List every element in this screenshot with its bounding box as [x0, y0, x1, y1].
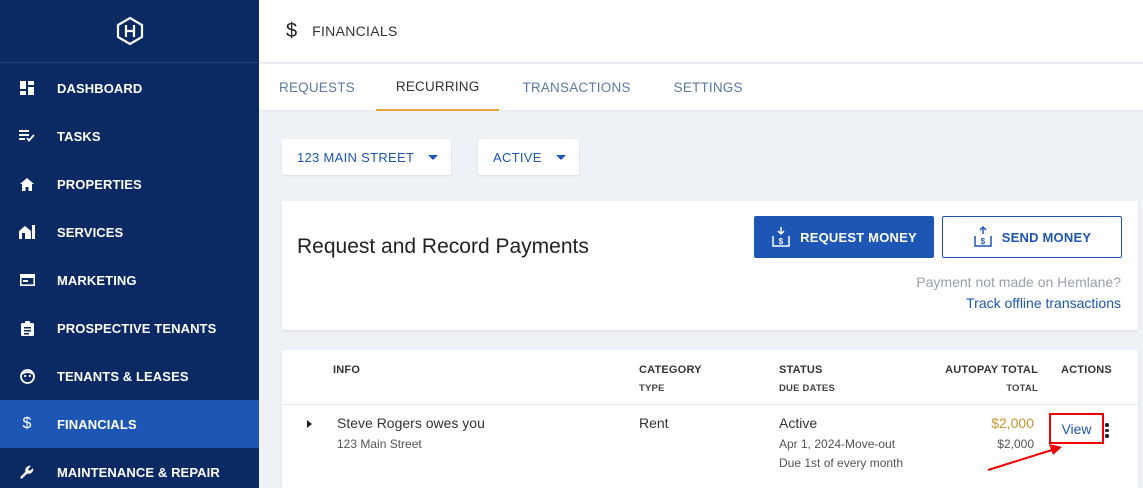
- column-header-label: AUTOPAY TOTAL: [945, 364, 1038, 376]
- sidebar-item-label: PROPERTIES: [57, 176, 142, 192]
- marketing-icon: [18, 271, 36, 289]
- sidebar-item-label: MAINTENANCE & REPAIR: [57, 464, 220, 480]
- sidebar-item-maintenance[interactable]: MAINTENANCE & REPAIR: [0, 448, 259, 488]
- sidebar-item-label: DASHBOARD: [57, 80, 143, 96]
- tenant-face-icon: [18, 367, 36, 385]
- sidebar-item-properties[interactable]: PROPERTIES: [0, 160, 259, 208]
- sidebar-item-label: TENANTS & LEASES: [57, 368, 189, 384]
- view-button[interactable]: View: [1049, 413, 1104, 444]
- clipboard-icon: [18, 319, 36, 337]
- category-value: Rent: [639, 415, 669, 431]
- due-rule-value: Due 1st of every month: [779, 456, 904, 470]
- send-money-label: SEND MONEY: [1001, 229, 1092, 245]
- request-money-icon: $: [772, 227, 790, 247]
- dollar-icon: $: [22, 415, 32, 432]
- services-icon: [18, 223, 36, 241]
- dollar-icon: $: [286, 19, 298, 42]
- column-header-status: STATUS DUE DATES: [779, 364, 835, 394]
- view-label: View: [1061, 420, 1092, 437]
- send-money-icon: $: [974, 226, 992, 247]
- send-money-button[interactable]: $ SEND MONEY: [942, 216, 1122, 258]
- sidebar-item-label: FINANCIALS: [57, 416, 137, 432]
- sidebar: DASHBOARD TASKS PROPERTIES SERVICES MARK…: [0, 0, 259, 488]
- tab-bar: REQUESTS RECURRING TRANSACTIONS SETTINGS: [259, 64, 1143, 111]
- sidebar-item-tenants-leases[interactable]: TENANTS & LEASES: [0, 352, 259, 400]
- sidebar-item-services[interactable]: SERVICES: [0, 208, 259, 256]
- column-header-sublabel: DUE DATES: [779, 383, 835, 394]
- recurring-payments-table: INFO CATEGORY TYPE STATUS DUE DATES AUTO…: [282, 350, 1138, 488]
- svg-text:$: $: [980, 237, 985, 246]
- column-header-autopay: AUTOPAY TOTAL TOTAL: [945, 364, 1038, 394]
- column-header-sublabel: TYPE: [639, 383, 665, 394]
- app-logo[interactable]: [0, 0, 259, 63]
- svg-text:$: $: [779, 237, 784, 246]
- tab-settings[interactable]: SETTINGS: [674, 64, 743, 111]
- page-header: $ FINANCIALS: [259, 0, 1143, 63]
- chevron-down-icon: [428, 154, 439, 160]
- header-divider: [282, 404, 1138, 405]
- payer-name: Steve Rogers owes you: [337, 415, 485, 431]
- sidebar-item-tasks[interactable]: TASKS: [0, 112, 259, 160]
- column-header-info: INFO: [333, 364, 360, 376]
- column-header-label: STATUS: [779, 364, 823, 376]
- property-filter-dropdown[interactable]: 123 MAIN STREET: [282, 139, 451, 175]
- request-money-label: REQUEST MONEY: [800, 229, 917, 245]
- dashboard-icon: [18, 79, 36, 97]
- card-title: Request and Record Payments: [297, 235, 589, 258]
- payments-card: Request and Record Payments $ REQUEST MO…: [282, 201, 1138, 330]
- column-header-sublabel: TOTAL: [1006, 383, 1038, 394]
- sidebar-item-financials[interactable]: $ FINANCIALS: [0, 400, 259, 448]
- column-header-actions: ACTIONS: [1061, 364, 1112, 376]
- page-title: FINANCIALS: [312, 23, 398, 39]
- chevron-down-icon: [555, 154, 566, 160]
- status-filter-value: ACTIVE: [493, 149, 542, 165]
- expand-row-icon[interactable]: [307, 420, 312, 428]
- column-header-label: INFO: [333, 364, 361, 376]
- autopay-total-value: $2,000: [991, 415, 1034, 431]
- tab-transactions[interactable]: TRANSACTIONS: [522, 64, 630, 111]
- sidebar-item-label: PROSPECTIVE TENANTS: [57, 320, 217, 336]
- sidebar-item-prospective-tenants[interactable]: PROSPECTIVE TENANTS: [0, 304, 259, 352]
- home-icon: [18, 175, 36, 193]
- track-offline-transactions-link[interactable]: Track offline transactions: [966, 295, 1121, 311]
- offline-payment-question: Payment not made on Hemlane?: [916, 274, 1121, 290]
- more-options-icon[interactable]: [1105, 423, 1111, 439]
- sidebar-item-dashboard[interactable]: DASHBOARD: [0, 64, 259, 112]
- tab-requests[interactable]: REQUESTS: [279, 64, 355, 111]
- property-address: 123 Main Street: [337, 437, 422, 451]
- request-money-button[interactable]: $ REQUEST MONEY: [754, 216, 934, 258]
- column-header-label: CATEGORY: [639, 364, 702, 376]
- due-dates-value: Apr 1, 2024-Move-out: [779, 437, 896, 451]
- sidebar-item-label: TASKS: [57, 128, 101, 144]
- wrench-icon: [18, 463, 36, 481]
- column-header-category: CATEGORY TYPE: [639, 364, 702, 394]
- total-value: $2,000: [997, 437, 1034, 451]
- property-filter-value: 123 MAIN STREET: [297, 149, 415, 165]
- status-filter-dropdown[interactable]: ACTIVE: [478, 139, 579, 175]
- status-value: Active: [779, 415, 818, 431]
- hemlane-logo-icon: [116, 16, 143, 46]
- sidebar-item-label: SERVICES: [57, 224, 124, 240]
- sidebar-item-label: MARKETING: [57, 272, 137, 288]
- sidebar-item-marketing[interactable]: MARKETING: [0, 256, 259, 304]
- column-header-label: ACTIONS: [1061, 364, 1112, 376]
- tab-recurring[interactable]: RECURRING: [375, 64, 500, 111]
- tasks-icon: [18, 127, 36, 145]
